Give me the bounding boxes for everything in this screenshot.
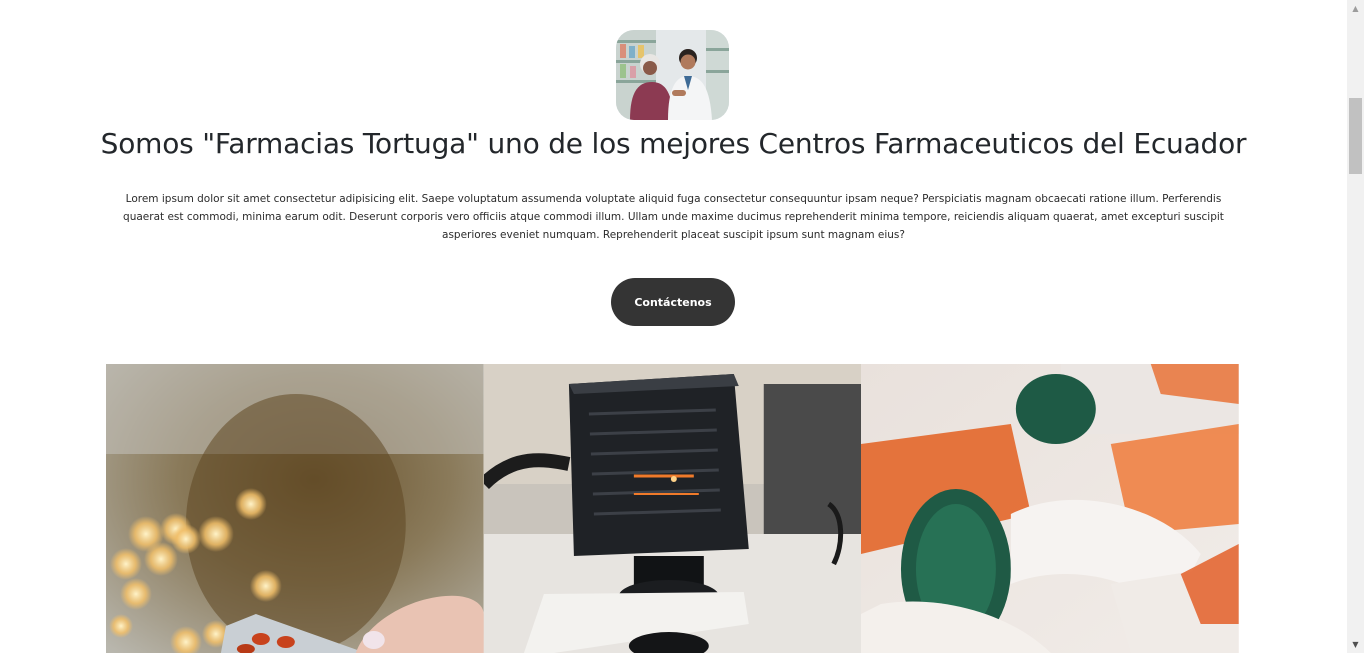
pill-blister-photo-icon [106, 364, 484, 653]
lab-device-photo-icon [483, 364, 862, 653]
vertical-scrollbar[interactable]: ▲ ▼ [1347, 0, 1364, 653]
scroll-thumb[interactable] [1349, 98, 1362, 174]
image-gallery [106, 364, 1240, 653]
scroll-down-arrow-icon[interactable]: ▼ [1347, 636, 1364, 653]
page: Somos "Farmacias Tortuga" uno de los mej… [0, 0, 1347, 653]
capsules-photo-icon [861, 364, 1240, 653]
scroll-up-arrow-icon[interactable]: ▲ [1347, 0, 1364, 17]
pharmacist-photo-icon [616, 30, 729, 120]
intro-paragraph: Lorem ipsum dolor sit amet consectetur a… [123, 193, 1224, 241]
page-title: Somos "Farmacias Tortuga" uno de los mej… [100, 127, 1247, 160]
contact-button[interactable]: Contáctenos [611, 278, 735, 326]
